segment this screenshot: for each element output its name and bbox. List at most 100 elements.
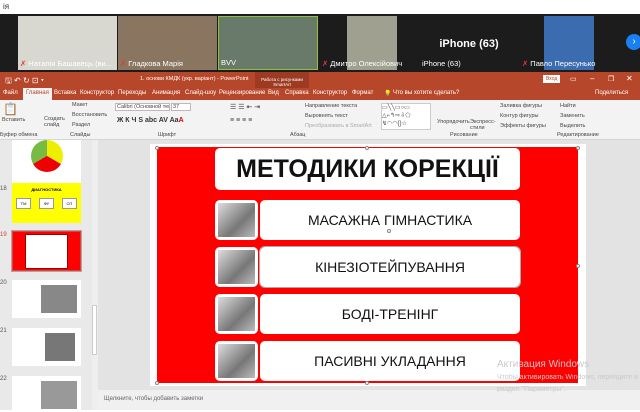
quick-access-toolbar-icon[interactable]: 🖫 ↶ ↻ ⊡ ▾ <box>5 75 44 89</box>
slide-number: 19 <box>0 232 7 238</box>
shape-outline-button[interactable]: Контур фигуры <box>500 113 538 119</box>
method-item[interactable]: БОДІ-ТРЕНІНГ <box>260 294 520 334</box>
window-title-bar: ія <box>0 0 640 14</box>
layout-button[interactable]: Макет <box>72 102 88 108</box>
participant-tile[interactable]: iPhone (63) iPhone (63) <box>420 16 518 70</box>
slide-thumbnail[interactable] <box>12 280 81 318</box>
list-icons[interactable]: ☰ ☰ ⇤ ⇥ <box>230 103 260 111</box>
participant-name: Наталія Башавець (ви... <box>28 59 112 68</box>
font-format-icons[interactable]: Ж К Ч S abc AV Aa A <box>117 117 184 124</box>
slide-thumbnail[interactable]: ДИАГНОСТИКА ТМ ФУ СП <box>12 183 81 223</box>
activation-watermark: раздел "Параметры". <box>497 386 566 393</box>
slide-number: 20 <box>0 280 7 286</box>
tab-view[interactable]: Вид <box>268 90 279 96</box>
thumb-title: ДИАГНОСТИКА <box>31 187 62 192</box>
participant-name: Гладкова Марія <box>128 59 183 68</box>
restore-icon[interactable]: ❐ <box>608 75 614 83</box>
tab-transitions[interactable]: Переходы <box>118 90 146 96</box>
group-label: Шрифт <box>158 132 177 138</box>
resize-handle[interactable] <box>365 381 369 385</box>
mic-muted-icon: ✗ <box>120 59 127 68</box>
tab-home[interactable]: Главная <box>23 88 52 100</box>
align-text-button[interactable]: Выровнять текст <box>305 113 348 119</box>
method-item[interactable]: МАСАЖНА ГІМНАСТИКА <box>260 200 520 240</box>
shape-effects-button[interactable]: Эффекты фигуры <box>500 123 546 129</box>
slide-thumbnail[interactable] <box>12 328 81 366</box>
notes-area[interactable]: Щелкните, чтобы добавить заметки <box>98 390 640 410</box>
massage-image[interactable] <box>215 200 258 240</box>
slide-thumbnail[interactable] <box>12 376 81 412</box>
participant-name: Павло Пересунько <box>530 59 596 68</box>
passive-positioning-image[interactable] <box>215 341 258 381</box>
resize-handle[interactable] <box>365 146 369 150</box>
tab-design[interactable]: Конструктор <box>80 90 114 96</box>
body-training-image[interactable] <box>215 294 258 334</box>
activation-watermark: Чтобы активировать Windows, перейдите в <box>497 374 638 381</box>
new-slide-button[interactable]: Создать слайд <box>44 116 65 128</box>
participant-tile[interactable]: ✗ Павло Пересунько <box>520 16 618 70</box>
resize-handle[interactable] <box>155 381 159 385</box>
participant-tile[interactable]: ✗ Наталія Башавець (ви... <box>18 16 117 70</box>
reset-button[interactable]: Восстановить <box>72 112 107 118</box>
shape-fill-button[interactable]: Заливка фигуры <box>500 103 542 109</box>
section-button[interactable]: Раздел <box>72 122 90 128</box>
text-direction-button[interactable]: Направление текста <box>305 103 357 109</box>
find-button[interactable]: Найти <box>560 103 576 109</box>
resize-handle[interactable] <box>576 264 580 268</box>
resize-handle[interactable] <box>155 146 159 150</box>
group-label: Абзац <box>290 132 306 138</box>
slide-thumbnail-selected[interactable] <box>11 230 82 272</box>
activation-watermark: Активация Windows <box>497 359 590 370</box>
paste-button[interactable]: Вставить <box>2 117 25 123</box>
quick-styles-button[interactable]: Экспресс-стили <box>470 119 496 131</box>
mic-muted-icon: ✗ <box>20 59 27 68</box>
slide-number: 18 <box>0 186 7 192</box>
slide-thumbnail[interactable] <box>12 140 81 185</box>
tab-file[interactable]: Файл <box>3 90 18 96</box>
resize-handle[interactable] <box>576 146 580 150</box>
replace-button[interactable]: Заменить <box>560 113 585 119</box>
slide-thumbnails-pane: 18 ДИАГНОСТИКА ТМ ФУ СП 19 20 21 22 <box>0 140 92 412</box>
kinesio-image[interactable] <box>215 247 258 287</box>
thumb-item: СП <box>61 198 78 209</box>
participant-tile-active[interactable]: BVV <box>218 16 318 70</box>
group-label: Буфер обмена <box>0 132 38 138</box>
participant-name: iPhone (63) <box>422 59 461 68</box>
shapes-gallery[interactable]: ▭╲╲▭○▭ △⌐↰⇨⇩⬠ ↯◠◠{}☆ <box>381 103 431 130</box>
share-button[interactable]: Поделиться <box>595 90 628 96</box>
tab-insert[interactable]: Вставка <box>54 90 76 96</box>
slide-title[interactable]: МЕТОДИКИ КОРЕКЦІЇ <box>215 148 520 190</box>
rotate-handle[interactable] <box>387 229 391 233</box>
align-icons[interactable]: ≡ ≡ ≡ ≡ <box>230 117 252 124</box>
window-title: ія <box>3 2 10 11</box>
next-page-arrow-icon[interactable]: › <box>626 34 640 50</box>
participant-label: iPhone (63) <box>439 38 499 50</box>
participant-tile[interactable]: ✗ Дмитро Олексійович <box>320 16 418 70</box>
ribbon: 📋 Вставить Буфер обмена Создать слайд Ма… <box>0 100 640 140</box>
tab-format[interactable]: Формат <box>352 90 373 96</box>
group-label: Слайды <box>70 132 91 138</box>
minimize-icon[interactable]: – <box>590 74 594 83</box>
method-item[interactable]: ПАСИВНІ УКЛАДАННЯ <box>260 341 520 381</box>
tell-me-search[interactable]: Что вы хотите сделать? <box>393 90 459 96</box>
sign-in-button[interactable]: Вход <box>543 75 561 83</box>
paste-icon[interactable]: 📋 <box>3 102 18 116</box>
font-name-select[interactable]: Calibri (Основной тек <box>115 103 170 111</box>
arrange-button[interactable]: Упорядочить <box>437 119 470 125</box>
context-tab-header: Работа с рисунками SmartArt <box>255 72 309 88</box>
participant-tile[interactable]: ✗ Гладкова Марія <box>118 16 217 70</box>
tab-help[interactable]: Справка <box>285 90 309 96</box>
tab-review[interactable]: Рецензирование <box>219 90 265 96</box>
method-item-selected[interactable]: КІНЕЗІОТЕЙПУВАННЯ <box>259 246 521 288</box>
tab-animations[interactable]: Анимация <box>152 90 180 96</box>
select-button[interactable]: Выделить <box>560 123 585 129</box>
convert-smartart-button[interactable]: Преобразовать в SmartArt <box>305 123 372 129</box>
slide-number: 22 <box>0 376 7 382</box>
close-icon[interactable]: ✕ <box>626 74 633 83</box>
font-size-select[interactable]: 37 <box>171 103 191 111</box>
tab-slideshow[interactable]: Слайд-шоу <box>185 90 216 96</box>
participant-name: BVV <box>221 58 237 67</box>
document-title: 1. основи КМДК (укр. варіант) - PowerPoi… <box>140 76 249 82</box>
ribbon-options-icon[interactable]: ▭ <box>570 75 577 83</box>
tab-smartart-design[interactable]: Конструктор <box>313 90 347 96</box>
